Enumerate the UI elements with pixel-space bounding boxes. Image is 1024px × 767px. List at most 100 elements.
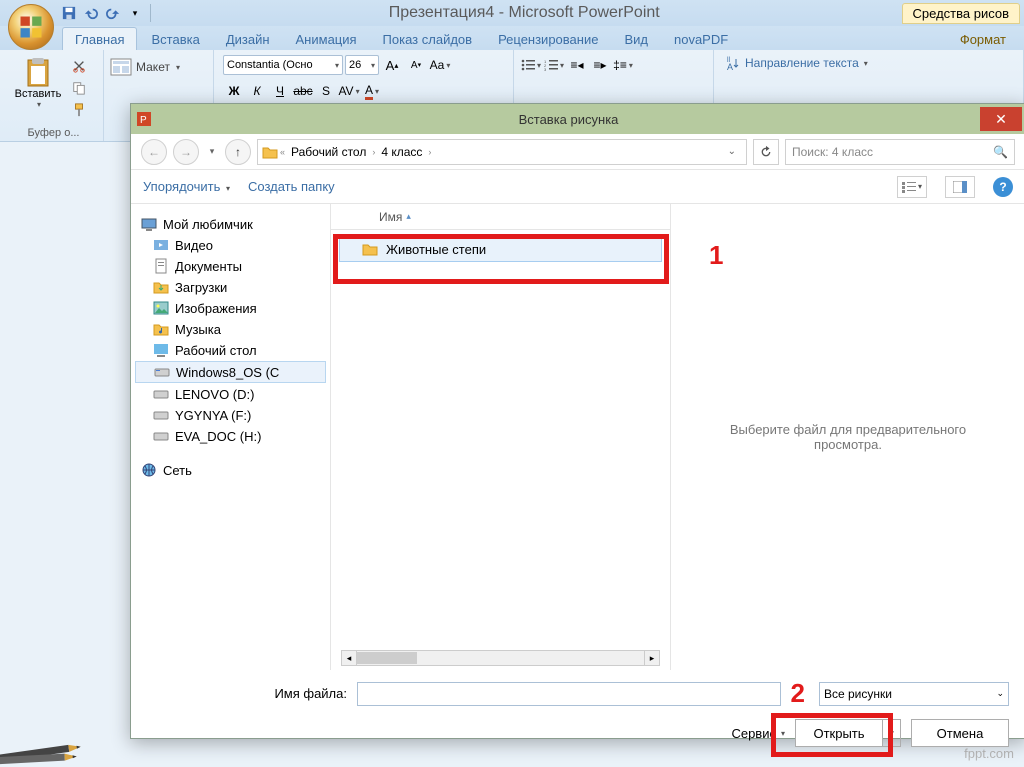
- tab-slideshow[interactable]: Показ слайдов: [371, 28, 485, 50]
- tree-item-desktop[interactable]: Рабочий стол: [135, 340, 326, 360]
- ribbon-tabs: Главная Вставка Дизайн Анимация Показ сл…: [0, 26, 1024, 50]
- file-type-filter[interactable]: Все рисунки⌄: [819, 682, 1009, 706]
- preview-pane-button[interactable]: [945, 176, 975, 198]
- tree-item-drive-f[interactable]: YGYNYA (F:): [135, 405, 326, 425]
- column-header-name[interactable]: Имя▴: [331, 204, 670, 230]
- tree-item-downloads[interactable]: Загрузки: [135, 277, 326, 297]
- view-options-button[interactable]: ▾: [897, 176, 927, 198]
- search-input[interactable]: Поиск: 4 класс 🔍: [785, 139, 1015, 165]
- close-button[interactable]: ✕: [980, 107, 1022, 131]
- cancel-button[interactable]: Отмена: [911, 719, 1009, 747]
- text-direction-button[interactable]: llA Направление текста▾: [720, 52, 1017, 74]
- tree-item-videos[interactable]: Видео: [135, 235, 326, 255]
- bullets-icon[interactable]: ▾: [520, 55, 542, 75]
- insert-picture-dialog: P Вставка рисунка ✕ ← → ▾ ↑ « Рабочий ст…: [130, 103, 1024, 739]
- line-spacing-icon[interactable]: ‡≡▾: [612, 55, 634, 75]
- tree-item-drive-c[interactable]: Windows8_OS (C: [135, 361, 326, 383]
- tree-item-music[interactable]: Музыка: [135, 319, 326, 339]
- search-icon: 🔍: [993, 145, 1008, 159]
- filename-label: Имя файла:: [147, 686, 347, 701]
- horizontal-scrollbar[interactable]: ◂▸: [341, 650, 660, 666]
- shrink-font-icon[interactable]: A▾: [405, 55, 427, 75]
- refresh-button[interactable]: [753, 139, 779, 165]
- office-button[interactable]: [8, 4, 54, 50]
- file-item[interactable]: Животные степи: [339, 236, 662, 262]
- underline-icon[interactable]: Ч: [269, 81, 291, 101]
- layout-icon: [110, 58, 132, 76]
- tab-format[interactable]: Формат: [948, 28, 1018, 50]
- nav-history-dropdown[interactable]: ▾: [205, 139, 219, 165]
- pencils-decoration: [0, 725, 84, 765]
- window-title: Презентация4 - Microsoft PowerPoint: [155, 4, 894, 22]
- tab-design[interactable]: Дизайн: [214, 28, 282, 50]
- annotation-label-2: 2: [791, 678, 805, 709]
- help-button[interactable]: ?: [993, 177, 1013, 197]
- tab-animation[interactable]: Анимация: [284, 28, 369, 50]
- increase-indent-icon[interactable]: ≡▸: [589, 55, 611, 75]
- clipboard-group-label: Буфер о...: [4, 127, 103, 139]
- tree-network[interactable]: Сеть: [135, 460, 326, 480]
- italic-icon[interactable]: К: [246, 81, 268, 101]
- char-spacing-icon[interactable]: AV▾: [338, 81, 360, 101]
- tree-computer[interactable]: Мой любимчик: [135, 214, 326, 234]
- tree-item-documents[interactable]: Документы: [135, 256, 326, 276]
- file-item-label: Животные степи: [386, 242, 486, 257]
- tab-home[interactable]: Главная: [62, 27, 137, 50]
- decrease-indent-icon[interactable]: ≡◂: [566, 55, 588, 75]
- tree-item-drive-d[interactable]: LENOVO (D:): [135, 384, 326, 404]
- nav-back-button[interactable]: ←: [141, 139, 167, 165]
- bold-icon[interactable]: Ж: [223, 81, 245, 101]
- numbering-icon[interactable]: 123▾: [543, 55, 565, 75]
- paste-button[interactable]: Вставить ▾: [10, 52, 66, 120]
- redo-icon[interactable]: [102, 2, 124, 24]
- shadow-icon[interactable]: S: [315, 81, 337, 101]
- tab-novapdf[interactable]: novaPDF: [662, 28, 740, 50]
- svg-text:A: A: [727, 62, 733, 71]
- tab-view[interactable]: Вид: [612, 28, 660, 50]
- paste-label: Вставить: [15, 88, 62, 100]
- breadcrumb-dropdown[interactable]: ⌄: [722, 146, 742, 157]
- preview-pane: Выберите файл для предварительного просм…: [671, 204, 1024, 670]
- watermark: fppt.com: [964, 746, 1014, 761]
- dialog-title: Вставка рисунка: [157, 112, 980, 127]
- folder-tree: Мой любимчик Видео Документы Загрузки Из…: [131, 204, 331, 670]
- file-list: Имя▴ Животные степи 1 ◂▸: [331, 204, 671, 670]
- open-button[interactable]: Открыть: [796, 720, 882, 746]
- svg-text:3: 3: [544, 67, 547, 71]
- font-color-icon[interactable]: A▾: [361, 81, 383, 101]
- folder-icon: [262, 144, 278, 160]
- nav-forward-button: →: [173, 139, 199, 165]
- tree-item-drive-h[interactable]: EVA_DOC (H:): [135, 426, 326, 446]
- font-size-selector[interactable]: 26▾: [345, 55, 379, 75]
- organize-button[interactable]: Упорядочить ▾: [143, 179, 230, 194]
- breadcrumb-item[interactable]: 4 класс: [377, 145, 426, 159]
- address-bar[interactable]: « Рабочий стол › 4 класс › ⌄: [257, 139, 747, 165]
- layout-label[interactable]: Макет: [136, 60, 170, 74]
- preview-placeholder: Выберите файл для предварительного просм…: [701, 422, 995, 452]
- dialog-app-icon: P: [131, 112, 157, 126]
- undo-icon[interactable]: [80, 2, 102, 24]
- svg-text:P: P: [140, 115, 147, 126]
- quick-access-toolbar: ▾ Презентация4 - Microsoft PowerPoint Ср…: [0, 0, 1024, 26]
- grow-font-icon[interactable]: A▴: [381, 55, 403, 75]
- new-folder-button[interactable]: Создать папку: [248, 179, 335, 194]
- open-split-button[interactable]: ▾: [882, 720, 900, 746]
- nav-up-button[interactable]: ↑: [225, 139, 251, 165]
- tools-menu[interactable]: Сервис ▾: [731, 726, 785, 741]
- save-icon[interactable]: [58, 2, 80, 24]
- breadcrumb-item[interactable]: Рабочий стол: [287, 145, 370, 159]
- format-painter-icon[interactable]: [68, 100, 90, 120]
- tab-insert[interactable]: Вставка: [139, 28, 211, 50]
- tree-item-pictures[interactable]: Изображения: [135, 298, 326, 318]
- tab-review[interactable]: Рецензирование: [486, 28, 610, 50]
- change-case-icon[interactable]: Aa▾: [429, 55, 451, 75]
- drawing-tools-tab[interactable]: Средства рисов: [902, 3, 1020, 24]
- font-name-selector[interactable]: Constantia (Осно▾: [223, 55, 343, 75]
- filename-input[interactable]: [357, 682, 781, 706]
- qat-customize-icon[interactable]: ▾: [124, 2, 146, 24]
- strike-icon[interactable]: abc: [292, 81, 314, 101]
- folder-icon: [362, 241, 378, 257]
- copy-icon[interactable]: [68, 78, 90, 98]
- search-placeholder: Поиск: 4 класс: [792, 145, 873, 159]
- cut-icon[interactable]: [68, 56, 90, 76]
